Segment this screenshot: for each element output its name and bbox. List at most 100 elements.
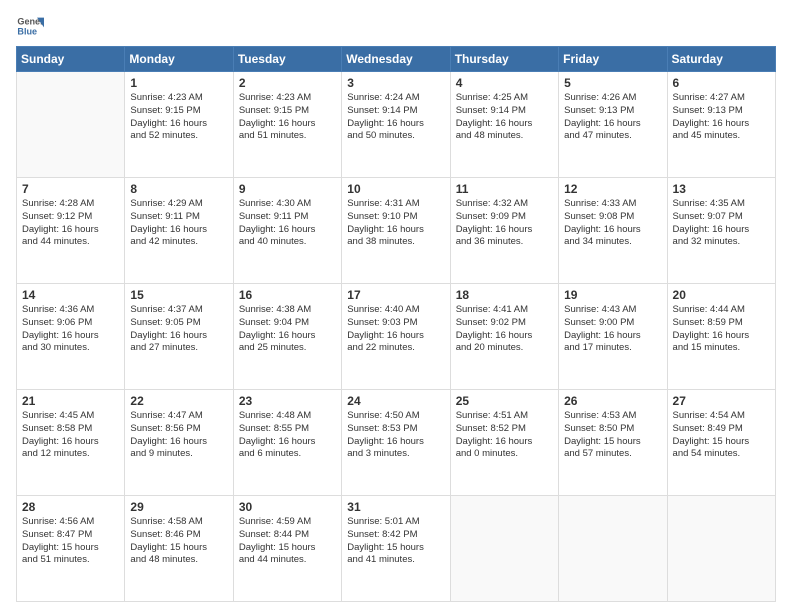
day-info: Sunrise: 4:31 AM Sunset: 9:10 PM Dayligh… — [347, 198, 444, 249]
col-header-thursday: Thursday — [450, 47, 558, 72]
day-info: Sunrise: 5:01 AM Sunset: 8:42 PM Dayligh… — [347, 516, 444, 567]
day-number: 31 — [347, 500, 444, 514]
calendar-cell: 4 Sunrise: 4:25 AM Sunset: 9:14 PM Daylig… — [450, 72, 558, 178]
day-number: 19 — [564, 288, 661, 302]
day-info: Sunrise: 4:47 AM Sunset: 8:56 PM Dayligh… — [130, 410, 227, 461]
calendar-cell: 13 Sunrise: 4:35 AM Sunset: 9:07 PM Dayli… — [667, 178, 775, 284]
calendar-cell: 19 Sunrise: 4:43 AM Sunset: 9:00 PM Dayli… — [559, 284, 667, 390]
day-number: 4 — [456, 76, 553, 90]
calendar-cell: 9 Sunrise: 4:30 AM Sunset: 9:11 PM Daylig… — [233, 178, 341, 284]
day-number: 17 — [347, 288, 444, 302]
day-info: Sunrise: 4:59 AM Sunset: 8:44 PM Dayligh… — [239, 516, 336, 567]
day-number: 20 — [673, 288, 770, 302]
calendar-cell: 2 Sunrise: 4:23 AM Sunset: 9:15 PM Daylig… — [233, 72, 341, 178]
day-info: Sunrise: 4:54 AM Sunset: 8:49 PM Dayligh… — [673, 410, 770, 461]
day-number: 27 — [673, 394, 770, 408]
day-number: 21 — [22, 394, 119, 408]
day-info: Sunrise: 4:53 AM Sunset: 8:50 PM Dayligh… — [564, 410, 661, 461]
day-number: 13 — [673, 182, 770, 196]
day-number: 2 — [239, 76, 336, 90]
day-info: Sunrise: 4:48 AM Sunset: 8:55 PM Dayligh… — [239, 410, 336, 461]
day-number: 14 — [22, 288, 119, 302]
day-number: 15 — [130, 288, 227, 302]
calendar-cell: 20 Sunrise: 4:44 AM Sunset: 8:59 PM Dayli… — [667, 284, 775, 390]
calendar-cell — [450, 496, 558, 602]
day-number: 9 — [239, 182, 336, 196]
day-info: Sunrise: 4:23 AM Sunset: 9:15 PM Dayligh… — [239, 92, 336, 143]
day-number: 8 — [130, 182, 227, 196]
calendar-cell: 8Sunrise: 4:29 AM Sunset: 9:11 PM Daylig… — [125, 178, 233, 284]
col-header-friday: Friday — [559, 47, 667, 72]
day-number: 16 — [239, 288, 336, 302]
calendar-header-row: SundayMondayTuesdayWednesdayThursdayFrid… — [17, 47, 776, 72]
calendar-cell: 11 Sunrise: 4:32 AM Sunset: 9:09 PM Dayli… — [450, 178, 558, 284]
day-info: Sunrise: 4:44 AM Sunset: 8:59 PM Dayligh… — [673, 304, 770, 355]
calendar-week-3: 21 Sunrise: 4:45 AM Sunset: 8:58 PM Dayli… — [17, 390, 776, 496]
day-info: Sunrise: 4:35 AM Sunset: 9:07 PM Dayligh… — [673, 198, 770, 249]
calendar-cell: 31 Sunrise: 5:01 AM Sunset: 8:42 PM Dayli… — [342, 496, 450, 602]
day-number: 12 — [564, 182, 661, 196]
day-info: Sunrise: 4:58 AM Sunset: 8:46 PM Dayligh… — [130, 516, 227, 567]
day-info: Sunrise: 4:36 AM Sunset: 9:06 PM Dayligh… — [22, 304, 119, 355]
day-number: 5 — [564, 76, 661, 90]
svg-text:Blue: Blue — [17, 26, 37, 36]
col-header-monday: Monday — [125, 47, 233, 72]
calendar-table: SundayMondayTuesdayWednesdayThursdayFrid… — [16, 46, 776, 602]
day-number: 25 — [456, 394, 553, 408]
calendar-cell: 27 Sunrise: 4:54 AM Sunset: 8:49 PM Dayli… — [667, 390, 775, 496]
calendar-cell: 25 Sunrise: 4:51 AM Sunset: 8:52 PM Dayli… — [450, 390, 558, 496]
day-info: Sunrise: 4:45 AM Sunset: 8:58 PM Dayligh… — [22, 410, 119, 461]
day-info: Sunrise: 4:33 AM Sunset: 9:08 PM Dayligh… — [564, 198, 661, 249]
day-info: Sunrise: 4:23 AM Sunset: 9:15 PM Dayligh… — [130, 92, 227, 143]
day-number: 11 — [456, 182, 553, 196]
day-number: 26 — [564, 394, 661, 408]
day-info: Sunrise: 4:37 AM Sunset: 9:05 PM Dayligh… — [130, 304, 227, 355]
day-info: Sunrise: 4:24 AM Sunset: 9:14 PM Dayligh… — [347, 92, 444, 143]
calendar-cell: 12 Sunrise: 4:33 AM Sunset: 9:08 PM Dayli… — [559, 178, 667, 284]
calendar-cell: 21 Sunrise: 4:45 AM Sunset: 8:58 PM Dayli… — [17, 390, 125, 496]
col-header-tuesday: Tuesday — [233, 47, 341, 72]
calendar-cell: 6Sunrise: 4:27 AM Sunset: 9:13 PM Daylig… — [667, 72, 775, 178]
calendar-week-0: 1 Sunrise: 4:23 AM Sunset: 9:15 PM Daylig… — [17, 72, 776, 178]
day-number: 10 — [347, 182, 444, 196]
day-info: Sunrise: 4:43 AM Sunset: 9:00 PM Dayligh… — [564, 304, 661, 355]
col-header-wednesday: Wednesday — [342, 47, 450, 72]
calendar-cell: 29 Sunrise: 4:58 AM Sunset: 8:46 PM Dayli… — [125, 496, 233, 602]
day-info: Sunrise: 4:32 AM Sunset: 9:09 PM Dayligh… — [456, 198, 553, 249]
calendar-cell: 15 Sunrise: 4:37 AM Sunset: 9:05 PM Dayli… — [125, 284, 233, 390]
day-number: 22 — [130, 394, 227, 408]
calendar-cell: 1 Sunrise: 4:23 AM Sunset: 9:15 PM Daylig… — [125, 72, 233, 178]
calendar-cell: 23 Sunrise: 4:48 AM Sunset: 8:55 PM Dayli… — [233, 390, 341, 496]
calendar-cell: 10 Sunrise: 4:31 AM Sunset: 9:10 PM Dayli… — [342, 178, 450, 284]
calendar-cell: 7Sunrise: 4:28 AM Sunset: 9:12 PM Daylig… — [17, 178, 125, 284]
day-info: Sunrise: 4:30 AM Sunset: 9:11 PM Dayligh… — [239, 198, 336, 249]
day-info: Sunrise: 4:25 AM Sunset: 9:14 PM Dayligh… — [456, 92, 553, 143]
calendar-cell: 17 Sunrise: 4:40 AM Sunset: 9:03 PM Dayli… — [342, 284, 450, 390]
logo: General Blue — [16, 12, 44, 40]
calendar-cell: 30Sunrise: 4:59 AM Sunset: 8:44 PM Dayli… — [233, 496, 341, 602]
day-number: 1 — [130, 76, 227, 90]
header: General Blue — [16, 12, 776, 40]
day-number: 3 — [347, 76, 444, 90]
calendar-cell: 16 Sunrise: 4:38 AM Sunset: 9:04 PM Dayli… — [233, 284, 341, 390]
col-header-saturday: Saturday — [667, 47, 775, 72]
day-info: Sunrise: 4:38 AM Sunset: 9:04 PM Dayligh… — [239, 304, 336, 355]
calendar-week-4: 28 Sunrise: 4:56 AM Sunset: 8:47 PM Dayli… — [17, 496, 776, 602]
day-number: 28 — [22, 500, 119, 514]
calendar-cell — [667, 496, 775, 602]
col-header-sunday: Sunday — [17, 47, 125, 72]
day-info: Sunrise: 4:51 AM Sunset: 8:52 PM Dayligh… — [456, 410, 553, 461]
calendar-cell: 3 Sunrise: 4:24 AM Sunset: 9:14 PM Daylig… — [342, 72, 450, 178]
calendar-cell: 24 Sunrise: 4:50 AM Sunset: 8:53 PM Dayli… — [342, 390, 450, 496]
day-info: Sunrise: 4:56 AM Sunset: 8:47 PM Dayligh… — [22, 516, 119, 567]
calendar-cell: 14 Sunrise: 4:36 AM Sunset: 9:06 PM Dayli… — [17, 284, 125, 390]
day-info: Sunrise: 4:50 AM Sunset: 8:53 PM Dayligh… — [347, 410, 444, 461]
day-info: Sunrise: 4:26 AM Sunset: 9:13 PM Dayligh… — [564, 92, 661, 143]
day-info: Sunrise: 4:41 AM Sunset: 9:02 PM Dayligh… — [456, 304, 553, 355]
day-number: 29 — [130, 500, 227, 514]
day-number: 23 — [239, 394, 336, 408]
calendar-cell — [17, 72, 125, 178]
calendar-cell: 5 Sunrise: 4:26 AM Sunset: 9:13 PM Daylig… — [559, 72, 667, 178]
day-number: 24 — [347, 394, 444, 408]
day-info: Sunrise: 4:40 AM Sunset: 9:03 PM Dayligh… — [347, 304, 444, 355]
